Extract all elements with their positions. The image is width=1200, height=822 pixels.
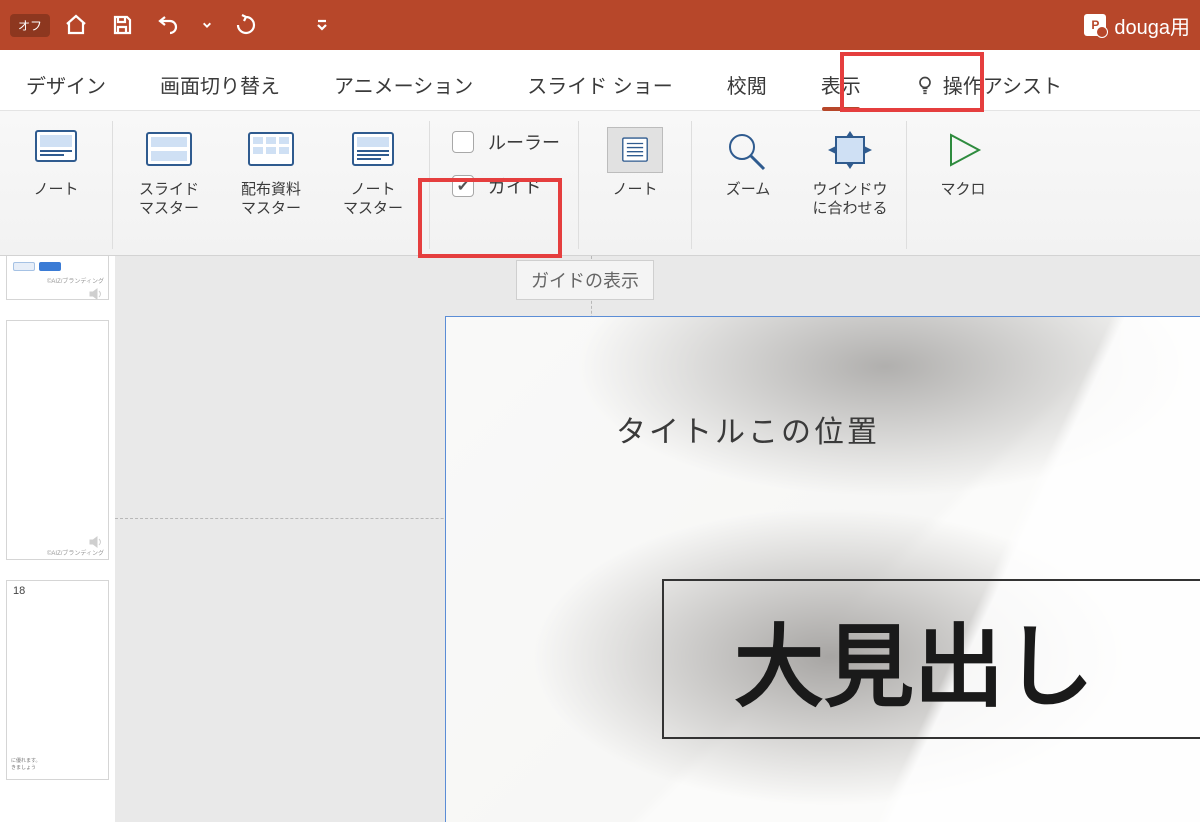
thumb-tiny-text: に優れます。きましょう xyxy=(11,758,41,771)
btn-handout-master-label: 配布資料 マスター xyxy=(241,181,301,219)
slide[interactable]: タイトルこの位置 大見出し xyxy=(445,316,1200,822)
btn-macro-label: マクロ xyxy=(940,181,985,200)
workspace: ©AIZ/ブランディング ©AIZ/ブランディング 18 に優れます。きましょう… xyxy=(0,256,1200,822)
thumbnail-partial[interactable]: ©AIZ/ブランディング xyxy=(6,256,109,300)
slide-master-icon xyxy=(141,127,197,173)
repeat-icon[interactable] xyxy=(234,13,258,37)
slide-background-image xyxy=(446,317,1200,822)
btn-fit-window-label: ウインドウ に合わせる xyxy=(812,181,887,219)
tooltip-guide-show: ガイドの表示 xyxy=(516,260,654,300)
btn-notes-master-label: ノート マスター xyxy=(343,181,403,219)
notes-pane-icon xyxy=(607,127,663,173)
btn-zoom[interactable]: ズーム xyxy=(700,121,796,200)
document-title-wrap: P douga用 xyxy=(1084,11,1190,40)
slide-thumbnail-pane[interactable]: ©AIZ/ブランディング ©AIZ/ブランディング 18 に優れます。きましょう xyxy=(0,256,115,822)
mini-btn-primary-icon xyxy=(39,262,61,271)
chk-guide[interactable]: ガイド xyxy=(452,173,560,199)
group-show: ルーラー ガイド xyxy=(430,121,579,249)
thumbnail-slide-18[interactable]: 18 に優れます。きましょう xyxy=(6,580,109,780)
macro-icon xyxy=(935,127,991,173)
quick-access-toolbar xyxy=(64,13,328,37)
tab-slideshow[interactable]: スライド ショー xyxy=(523,64,677,117)
btn-handout-master[interactable]: 配布資料 マスター xyxy=(223,121,319,219)
btn-note[interactable]: ノート xyxy=(8,121,104,200)
tab-animation[interactable]: アニメーション xyxy=(330,64,477,117)
checkbox-icon xyxy=(452,131,474,153)
ribbon-tabs: デザイン 画面切り替え アニメーション スライド ショー 校閲 表示 操作アシス… xyxy=(0,50,1200,110)
mini-btn-icon xyxy=(13,262,35,271)
tab-transition[interactable]: 画面切り替え xyxy=(156,64,284,117)
group-macros: マクロ xyxy=(907,121,1019,249)
btn-notes-pane[interactable]: ノート xyxy=(587,121,683,200)
undo-dropdown-icon[interactable] xyxy=(202,13,212,37)
notes-master-icon xyxy=(345,127,401,173)
save-icon[interactable] xyxy=(110,13,134,37)
slide-headline-box[interactable]: 大見出し xyxy=(662,579,1200,739)
btn-note-label: ノート xyxy=(33,181,78,200)
btn-zoom-label: ズーム xyxy=(726,181,771,200)
tab-tell-me[interactable]: 操作アシスト xyxy=(911,64,1066,117)
slide-title-position-text[interactable]: タイトルこの位置 xyxy=(616,407,880,451)
btn-macro[interactable]: マクロ xyxy=(915,121,1011,200)
thumb-brand: ©AIZ/ブランディング xyxy=(47,276,104,285)
ribbon-view: ノート スライド マスター 配布資料 マスター ノート マスター xyxy=(0,110,1200,256)
tab-tell-me-label: 操作アシスト xyxy=(943,70,1062,99)
group-zoom: ズーム ウインドウ に合わせる xyxy=(692,121,907,249)
tab-view[interactable]: 表示 xyxy=(817,64,865,117)
btn-slide-master-label: スライド マスター xyxy=(139,181,199,219)
thumb-number: 18 xyxy=(13,585,25,597)
chk-guide-label: ガイド xyxy=(488,173,542,199)
document-title: douga用 xyxy=(1114,11,1190,40)
speaker-icon xyxy=(88,535,104,549)
btn-notes-pane-label: ノート xyxy=(612,181,657,200)
chk-ruler-label: ルーラー xyxy=(488,129,560,155)
fit-window-icon xyxy=(822,127,878,173)
home-icon[interactable] xyxy=(64,13,88,37)
btn-slide-master[interactable]: スライド マスター xyxy=(121,121,217,219)
speaker-icon xyxy=(88,287,104,300)
slide-headline-text: 大見出し xyxy=(734,594,1094,724)
thumb-brand: ©AIZ/ブランディング xyxy=(47,548,104,557)
powerpoint-app-icon: P xyxy=(1084,14,1106,36)
slide-canvas-area[interactable]: タイトルこの位置 大見出し xyxy=(115,256,1200,822)
tab-design[interactable]: デザイン xyxy=(22,64,110,117)
qat-more-icon[interactable] xyxy=(316,13,328,37)
thumbnail-slide[interactable]: ©AIZ/ブランディング xyxy=(6,320,109,560)
group-master-views: スライド マスター 配布資料 マスター ノート マスター xyxy=(113,121,430,249)
checkbox-checked-icon xyxy=(452,175,474,197)
group-notes: ノート xyxy=(579,121,692,249)
btn-notes-master[interactable]: ノート マスター xyxy=(325,121,421,219)
chk-ruler[interactable]: ルーラー xyxy=(452,129,560,155)
tab-review[interactable]: 校閲 xyxy=(723,64,771,117)
note-view-icon xyxy=(28,127,84,173)
zoom-icon xyxy=(720,127,776,173)
title-bar: オフ P douga用 xyxy=(0,0,1200,50)
undo-icon[interactable] xyxy=(156,13,180,37)
bulb-icon xyxy=(915,75,935,95)
autosave-badge[interactable]: オフ xyxy=(10,14,50,37)
btn-fit-window[interactable]: ウインドウ に合わせる xyxy=(802,121,898,219)
group-presentation-views: ノート xyxy=(0,121,113,249)
handout-master-icon xyxy=(243,127,299,173)
